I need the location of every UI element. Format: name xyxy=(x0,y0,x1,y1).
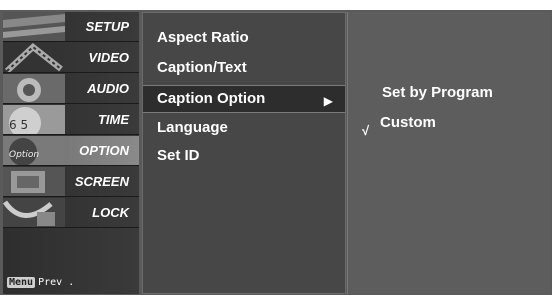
lock-icon xyxy=(3,198,65,227)
screen-icon xyxy=(3,167,65,196)
menu-prev-hint: Menu Prev . xyxy=(7,277,74,288)
submenu-item-aspect-ratio[interactable]: Aspect Ratio xyxy=(157,29,249,46)
category-label-setup: SETUP xyxy=(85,19,129,34)
submenu-item-set-id[interactable]: Set ID xyxy=(157,147,200,164)
osd-menu: SETUP VIDEO AUDIO 6 5 TIME Option OPTION… xyxy=(0,10,552,295)
option-custom[interactable]: Custom xyxy=(380,114,436,131)
category-label-lock: LOCK xyxy=(92,205,129,220)
prev-hint-text: Prev . xyxy=(38,277,75,288)
category-label-time: TIME xyxy=(97,112,129,127)
speaker-icon xyxy=(3,74,65,103)
checkmark-icon: √ xyxy=(362,123,370,138)
option-art-text: Option xyxy=(9,150,39,160)
setup-art-icon xyxy=(3,12,65,41)
category-label-option: OPTION xyxy=(79,143,129,158)
category-time[interactable]: 6 5 TIME xyxy=(3,105,139,135)
category-setup[interactable]: SETUP xyxy=(3,12,139,42)
option-badge-icon: Option xyxy=(3,136,65,165)
film-reel-icon xyxy=(3,43,65,72)
category-option[interactable]: Option OPTION xyxy=(3,136,139,166)
arrow-right-icon: ▶ xyxy=(323,94,333,108)
submenu-item-caption-text[interactable]: Caption/Text xyxy=(157,59,247,76)
option-set-by-program[interactable]: Set by Program xyxy=(382,84,493,101)
submenu-item-caption-option[interactable]: Caption Option ▶ xyxy=(143,85,345,113)
submenu-item-language[interactable]: Language xyxy=(157,119,228,136)
clock-digits: 6 5 xyxy=(9,118,28,132)
menu-key-icon: Menu xyxy=(7,277,36,288)
option-submenu: Aspect Ratio Caption/Text Caption Option… xyxy=(142,12,346,294)
category-label-video: VIDEO xyxy=(88,50,129,65)
category-lock[interactable]: LOCK xyxy=(3,198,139,228)
category-audio[interactable]: AUDIO xyxy=(3,74,139,104)
category-label-screen: SCREEN xyxy=(74,174,129,189)
category-label-audio: AUDIO xyxy=(87,81,129,96)
submenu-item-caption-option-label: Caption Option xyxy=(157,90,266,107)
caption-option-panel: Set by Program √ Custom xyxy=(347,12,551,294)
clock-icon: 6 5 xyxy=(3,105,65,134)
category-video[interactable]: VIDEO xyxy=(3,43,139,73)
category-screen[interactable]: SCREEN xyxy=(3,167,139,197)
category-sidebar: SETUP VIDEO AUDIO 6 5 TIME Option OPTION… xyxy=(3,12,139,294)
